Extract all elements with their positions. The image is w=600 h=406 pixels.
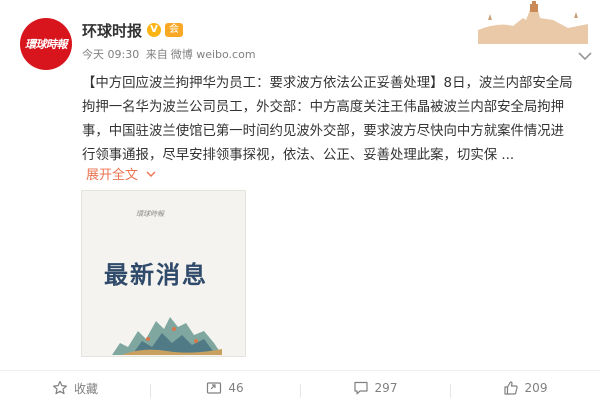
source-prefix: 来自	[145, 48, 168, 61]
thumbs-up-icon	[503, 381, 518, 395]
image-title: 最新消息	[104, 260, 208, 289]
star-icon	[52, 380, 67, 395]
post-time[interactable]: 今天 09:30	[82, 48, 139, 61]
username[interactable]: 环球时报	[82, 20, 142, 41]
expand-label: 展开全文	[86, 168, 139, 183]
expand-chevron-icon	[146, 171, 156, 177]
avatar-logo-text: 環球時報	[25, 38, 68, 51]
repost-button[interactable]: 46	[150, 380, 300, 398]
member-badge-icon: 会	[165, 23, 184, 37]
image-logo-text: 環球時報	[136, 210, 164, 218]
repost-icon	[207, 382, 222, 394]
post-meta: 今天 09:30 来自 微博 weibo.com	[82, 46, 259, 62]
comment-count: 297	[374, 381, 398, 395]
favorite-label: 收藏	[73, 381, 98, 396]
comment-button[interactable]: 297	[300, 380, 450, 398]
repost-count: 46	[228, 381, 244, 395]
post-text: 【中方回应波兰拘押华为员工：要求波方依法公正妥善处理】8日，波兰内部安全局拘押一…	[82, 76, 573, 163]
expand-full-text-link[interactable]: 展开全文	[86, 164, 156, 183]
verified-icon: V	[147, 23, 162, 37]
comment-icon	[353, 381, 368, 395]
post-source[interactable]: 微博 weibo.com	[171, 48, 256, 61]
like-button[interactable]: 209	[450, 380, 600, 398]
favorite-button[interactable]: 收藏	[0, 380, 150, 397]
action-bar: 收藏 46 297 209	[0, 370, 600, 405]
mountain-illustration	[112, 317, 222, 355]
post-header: 环球时报 V 会 今天 09:30 来自 微博 weibo.com	[82, 20, 259, 62]
great-wall-decoration	[478, 1, 588, 44]
avatar[interactable]: 環球時報	[20, 18, 72, 70]
like-count: 209	[524, 381, 548, 395]
chevron-down-icon[interactable]	[576, 50, 594, 62]
post-image[interactable]: 環球時報 最新消息	[81, 190, 246, 357]
